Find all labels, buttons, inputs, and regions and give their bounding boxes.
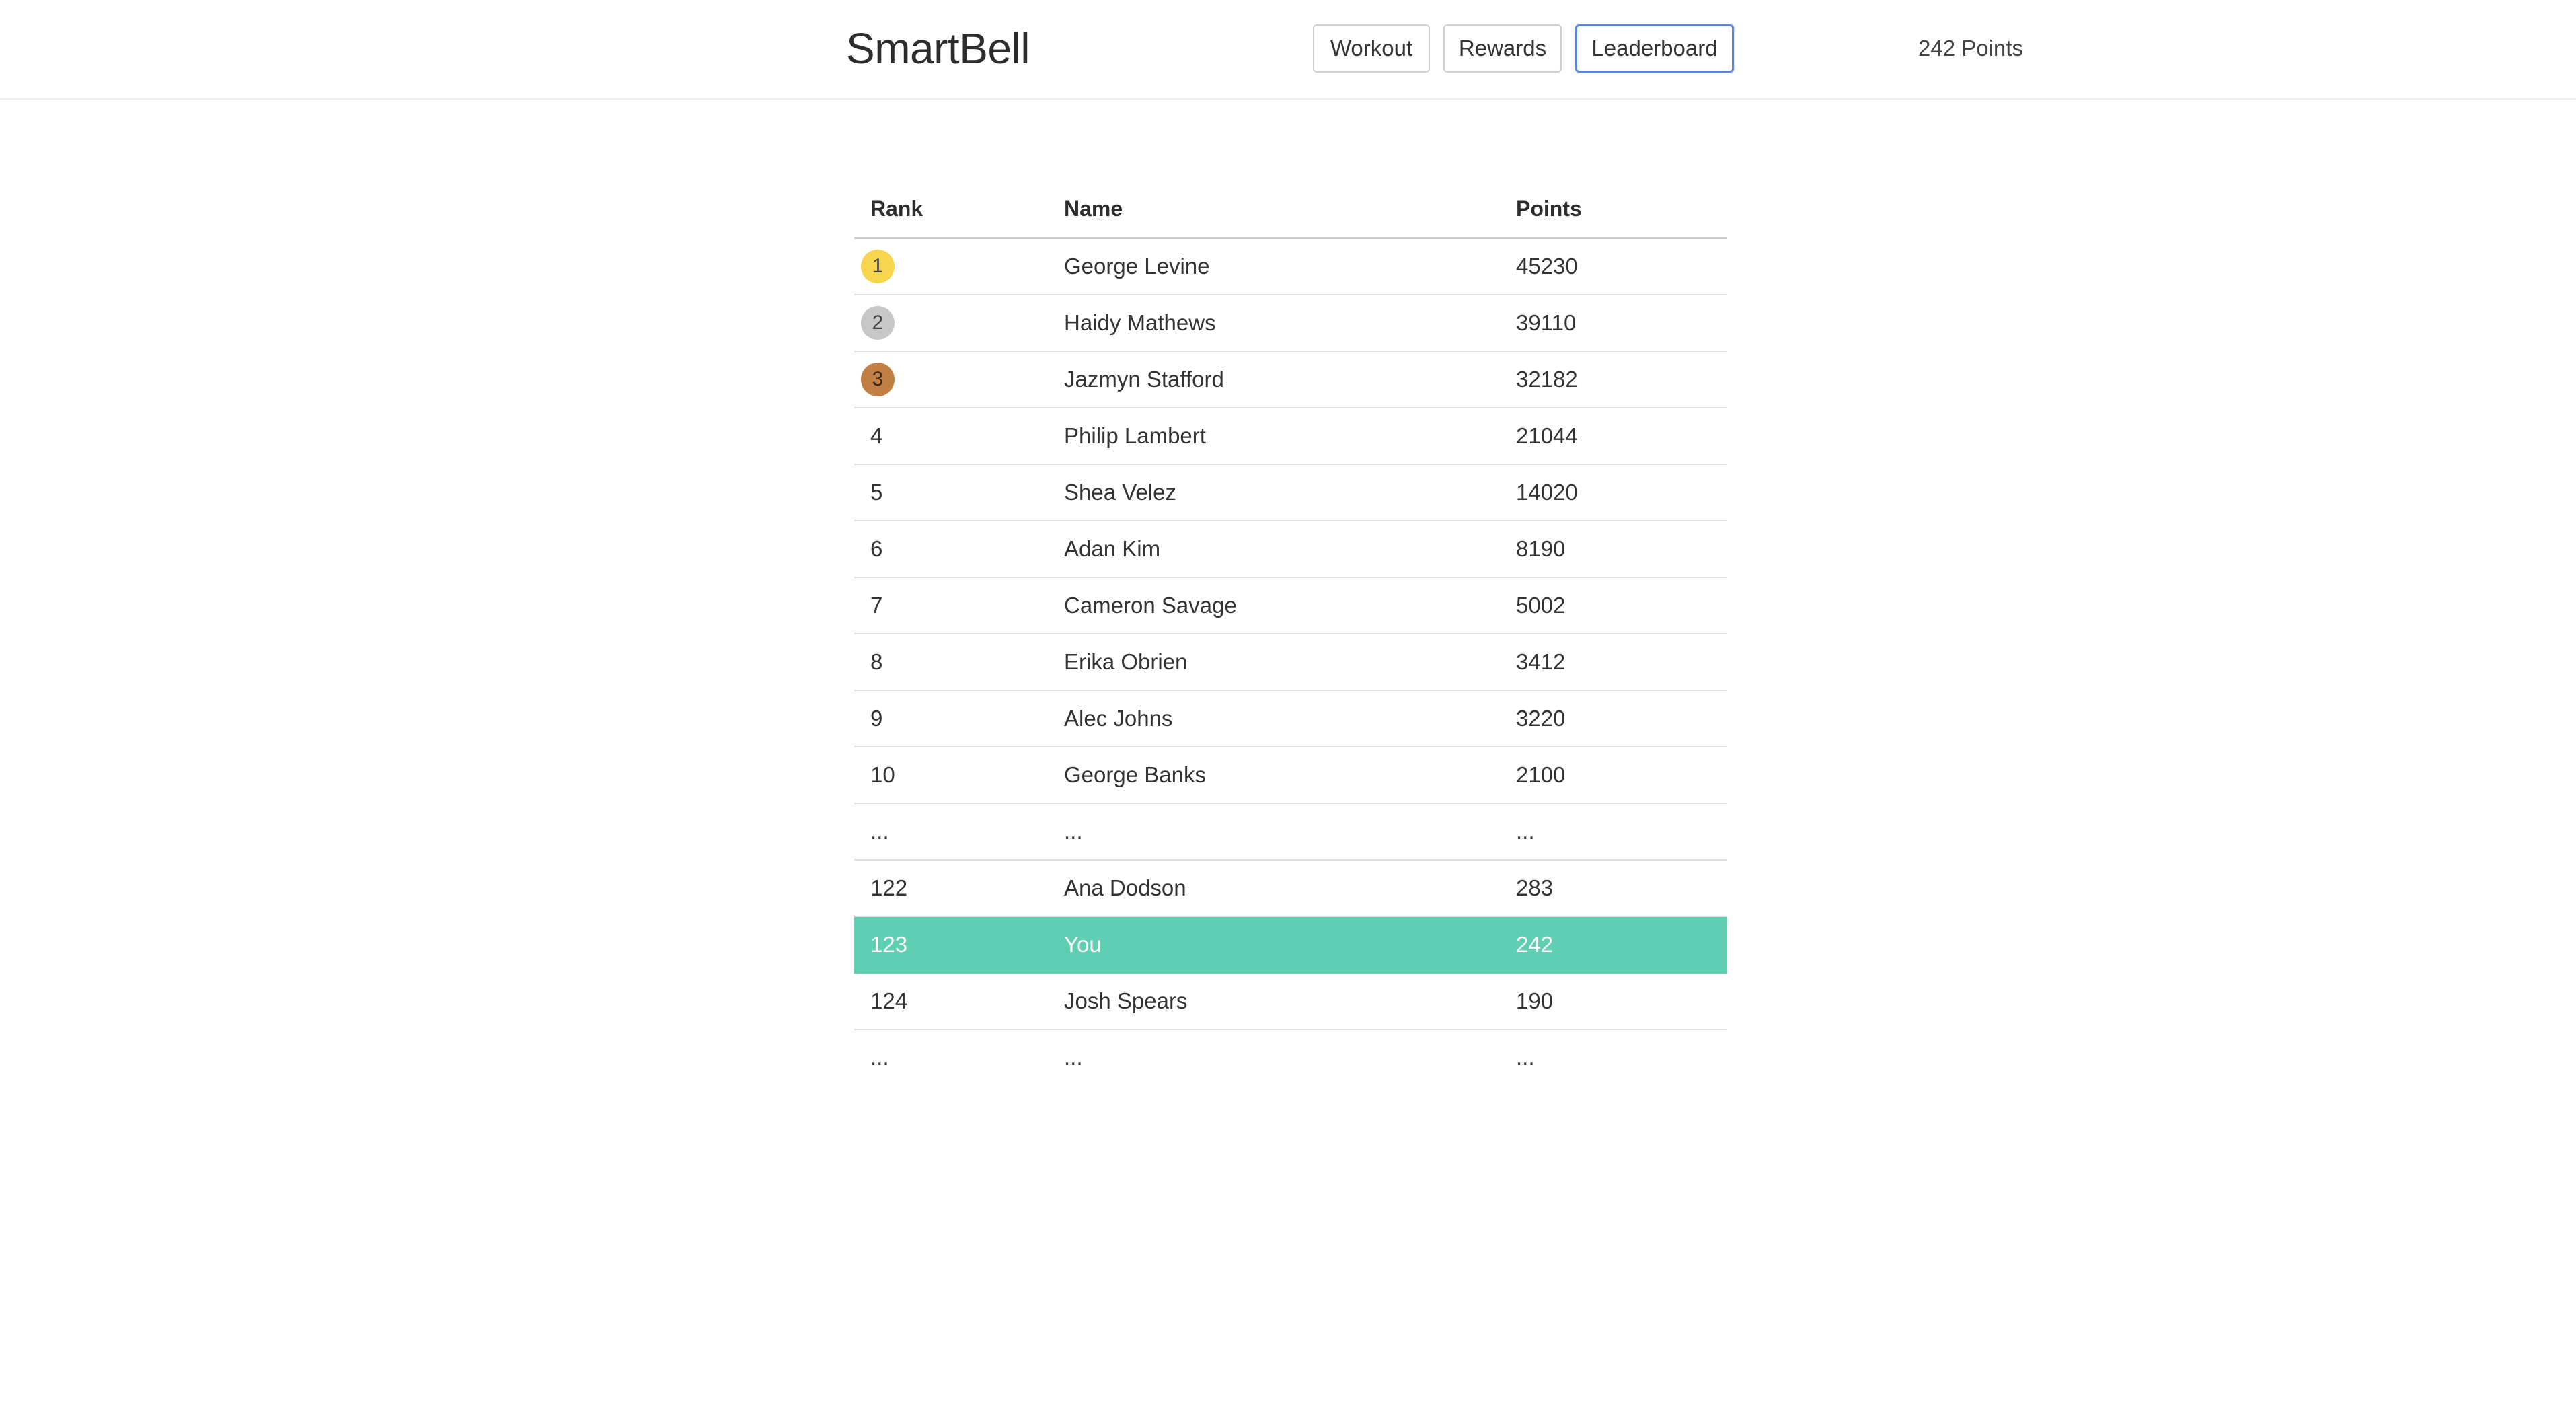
points-cell: 39110 <box>1500 295 1727 352</box>
points-column-header: Points <box>1500 180 1727 239</box>
points-cell: 283 <box>1500 860 1727 917</box>
name-cell: Adan Kim <box>1048 521 1500 578</box>
rank-cell: 4 <box>854 408 1048 465</box>
rank-cell: 3 <box>854 351 1048 408</box>
points-cell: 242 <box>1500 916 1727 974</box>
table-row: 10 George Banks 2100 <box>854 747 1727 804</box>
points-cell: 190 <box>1500 973 1727 1030</box>
name-cell: Erika Obrien <box>1048 634 1500 691</box>
table-row: 2 Haidy Mathews 39110 <box>854 295 1727 352</box>
table-row: 5 Shea Velez 14020 <box>854 464 1727 521</box>
name-cell: Cameron Savage <box>1048 577 1500 634</box>
rank-cell: 1 <box>854 238 1048 295</box>
workout-tab-button[interactable]: Workout <box>1313 24 1430 73</box>
name-cell: Haidy Mathews <box>1048 295 1500 352</box>
rewards-tab-button[interactable]: Rewards <box>1443 24 1562 73</box>
points-cell: 3220 <box>1500 690 1727 747</box>
table-row: 9 Alec Johns 3220 <box>854 690 1727 747</box>
name-cell: George Banks <box>1048 747 1500 804</box>
points-cell: ... <box>1500 803 1727 861</box>
top-bar: SmartBell Workout Rewards Leaderboard 24… <box>0 0 2576 100</box>
name-cell: Shea Velez <box>1048 464 1500 521</box>
rank-cell: 122 <box>854 860 1048 917</box>
table-row-current-user: 123 You 242 <box>854 916 1727 974</box>
name-column-header: Name <box>1048 180 1500 239</box>
table-row: ......... <box>854 803 1727 861</box>
leaderboard-rows: 1 George Levine 45230 2 Haidy Mathews 39110 3 J… <box>854 238 1727 1086</box>
table-row: ......... <box>854 1029 1727 1085</box>
silver-medal-icon: 2 <box>861 306 895 340</box>
table-row: 122 Ana Dodson 283 <box>854 860 1727 917</box>
table-row: 8 Erika Obrien 3412 <box>854 634 1727 691</box>
points-cell: 3412 <box>1500 634 1727 691</box>
name-cell: ... <box>1064 1045 1083 1070</box>
leaderboard-tab-button[interactable]: Leaderboard <box>1575 24 1734 73</box>
rank-cell: 8 <box>854 634 1048 691</box>
points-cell: 8190 <box>1500 521 1727 578</box>
rank-cell: 9 <box>854 690 1048 747</box>
bronze-medal-icon: 3 <box>861 363 895 396</box>
points-cell: 32182 <box>1500 351 1727 408</box>
rank-column-header: Rank <box>854 180 1048 239</box>
main-nav: Workout Rewards Leaderboard <box>0 24 2576 73</box>
table-header-row: Rank Name Points <box>854 180 1727 239</box>
points-cell: 5002 <box>1500 577 1727 634</box>
points-cell: ... <box>1516 1045 1535 1070</box>
rank-cell: 123 <box>854 916 1048 974</box>
name-cell: George Levine <box>1048 238 1500 295</box>
leaderboard: Rank Name Points 1 George Levine 45230 2 Hai… <box>854 180 1727 1085</box>
table-row: 6 Adan Kim 8190 <box>854 521 1727 578</box>
table-row: 1 George Levine 45230 <box>854 238 1727 295</box>
table-row: 3 Jazmyn Stafford 32182 <box>854 351 1727 408</box>
name-cell: Jazmyn Stafford <box>1048 351 1500 408</box>
rank-cell: ... <box>854 803 1048 861</box>
table-row: 7 Cameron Savage 5002 <box>854 577 1727 634</box>
name-cell: You <box>1048 916 1500 974</box>
table-row: 4 Philip Lambert 21044 <box>854 408 1727 465</box>
name-cell: Ana Dodson <box>1048 860 1500 917</box>
rank-cell: 10 <box>854 747 1048 804</box>
name-cell: Alec Johns <box>1048 690 1500 747</box>
rank-cell: 7 <box>854 577 1048 634</box>
rank-cell: 2 <box>854 295 1048 352</box>
points-cell: 21044 <box>1500 408 1727 465</box>
rank-cell: ... <box>870 1045 889 1070</box>
gold-medal-icon: 1 <box>861 250 895 283</box>
rank-cell: 6 <box>854 521 1048 578</box>
rank-cell: 5 <box>854 464 1048 521</box>
points-cell: 45230 <box>1500 238 1727 295</box>
rank-cell: 124 <box>854 973 1048 1030</box>
points-cell: 14020 <box>1500 464 1727 521</box>
table-row: 124 Josh Spears 190 <box>854 973 1727 1030</box>
name-cell: Philip Lambert <box>1048 408 1500 465</box>
name-cell: ... <box>1048 803 1500 861</box>
leaderboard-table: Rank Name Points 1 George Levine 45230 2 Hai… <box>854 180 1727 1085</box>
user-points-total: 242 Points <box>1918 36 2023 61</box>
name-cell: Josh Spears <box>1048 973 1500 1030</box>
points-cell: 2100 <box>1500 747 1727 804</box>
